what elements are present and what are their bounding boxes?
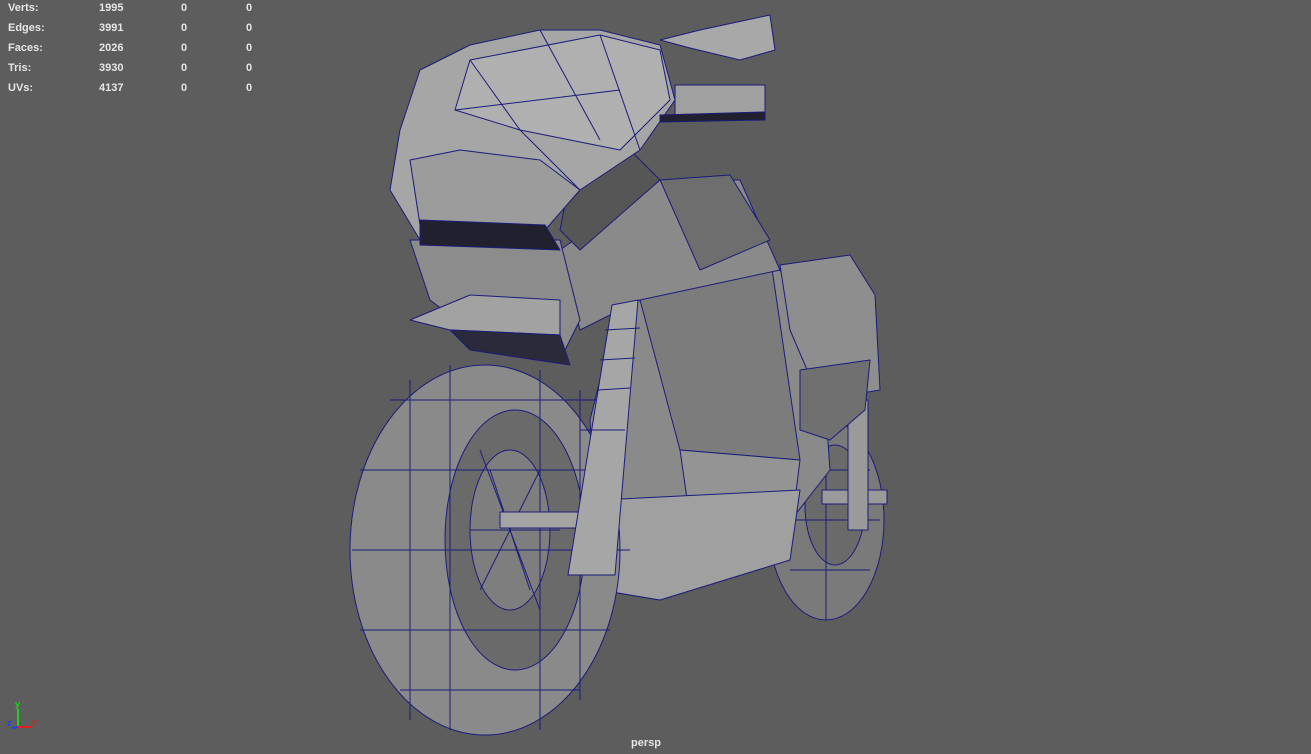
z-axis-line — [11, 726, 19, 729]
hud-value: 0 — [181, 2, 188, 14]
hud-value: 0 — [181, 22, 188, 34]
x-axis-label: x — [32, 717, 37, 727]
y-axis-label: y — [15, 699, 20, 709]
hud-value: 0 — [181, 62, 188, 74]
hud-value: 0 — [246, 42, 253, 54]
hud-value: 0 — [246, 82, 253, 94]
hud-value: 4137 — [99, 82, 124, 94]
hud-row-verts: Verts: 1995 0 0 — [0, 2, 270, 22]
hud-row-tris: Tris: 3930 0 0 — [0, 62, 270, 82]
hud-value: 1995 — [99, 2, 124, 14]
hud-row-uvs: UVs: 4137 0 0 — [0, 82, 270, 102]
hud-row-edges: Edges: 3991 0 0 — [0, 22, 270, 42]
hud-value: 0 — [246, 62, 253, 74]
hud-value: 3991 — [99, 22, 124, 34]
hud-value: 0 — [181, 82, 188, 94]
hud-label: Tris: — [8, 62, 32, 74]
hud-value: 0 — [246, 22, 253, 34]
view-axis-gizmo: y x z — [7, 699, 37, 729]
hud-value: 3930 — [99, 62, 124, 74]
hud-label: Verts: — [8, 2, 39, 14]
hud-value: 2026 — [99, 42, 124, 54]
hud-label: Faces: — [8, 42, 43, 54]
hud-label: UVs: — [8, 82, 34, 94]
hud-value: 0 — [181, 42, 188, 54]
camera-name: persp — [631, 737, 661, 749]
hud-value: 0 — [246, 2, 253, 14]
hud-row-faces: Faces: 2026 0 0 — [0, 42, 270, 62]
hud-label: Edges: — [8, 22, 45, 34]
z-axis-label: z — [7, 718, 12, 728]
3d-viewport[interactable] — [0, 0, 1311, 754]
